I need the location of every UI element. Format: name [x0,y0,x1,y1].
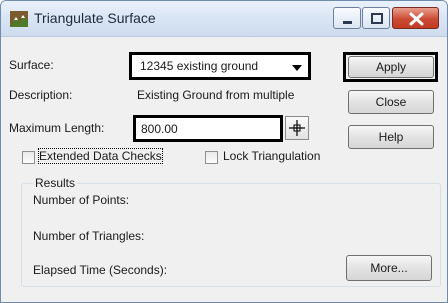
extended-data-checks-checkbox[interactable] [22,151,35,164]
lock-triangulation-checkbox[interactable] [205,151,218,164]
surface-selected-value: 12345 existing ground [140,59,259,73]
number-of-points-label: Number of Points: [33,193,130,207]
max-length-value: 800.00 [141,122,178,136]
elapsed-time-label: Elapsed Time (Seconds): [33,263,168,277]
close-icon [409,12,424,26]
window-title: Triangulate Surface [34,10,156,26]
surface-dropdown[interactable]: 12345 existing ground [129,52,311,80]
apply-button[interactable]: Apply [348,56,434,78]
minimize-button[interactable] [333,7,361,29]
title-bar[interactable]: Triangulate Surface [1,1,447,37]
more-button[interactable]: More... [346,255,432,281]
close-window-button[interactable] [392,7,439,29]
description-label: Description: [9,88,73,102]
results-group-label: Results [33,176,78,190]
pick-length-button[interactable] [285,116,309,140]
minimize-icon [343,21,352,24]
maximize-icon [371,13,383,24]
surface-label: Surface: [9,58,54,72]
chevron-down-icon [292,65,302,71]
max-length-input[interactable]: 800.00 [133,115,283,142]
surface-app-icon [10,11,28,27]
close-button[interactable]: Close [348,90,434,114]
triangulate-surface-dialog: Triangulate Surface Surface: 12345 exist… [0,0,448,303]
description-value: Existing Ground from multiple [137,88,295,102]
extended-data-checks-label: Extended Data Checks [38,148,163,164]
crosshair-icon [289,120,305,136]
max-length-label: Maximum Length: [9,121,105,135]
help-button[interactable]: Help [348,125,434,149]
maximize-button[interactable] [362,7,390,29]
number-of-triangles-label: Number of Triangles: [33,229,145,243]
lock-triangulation-label: Lock Triangulation [223,149,321,163]
